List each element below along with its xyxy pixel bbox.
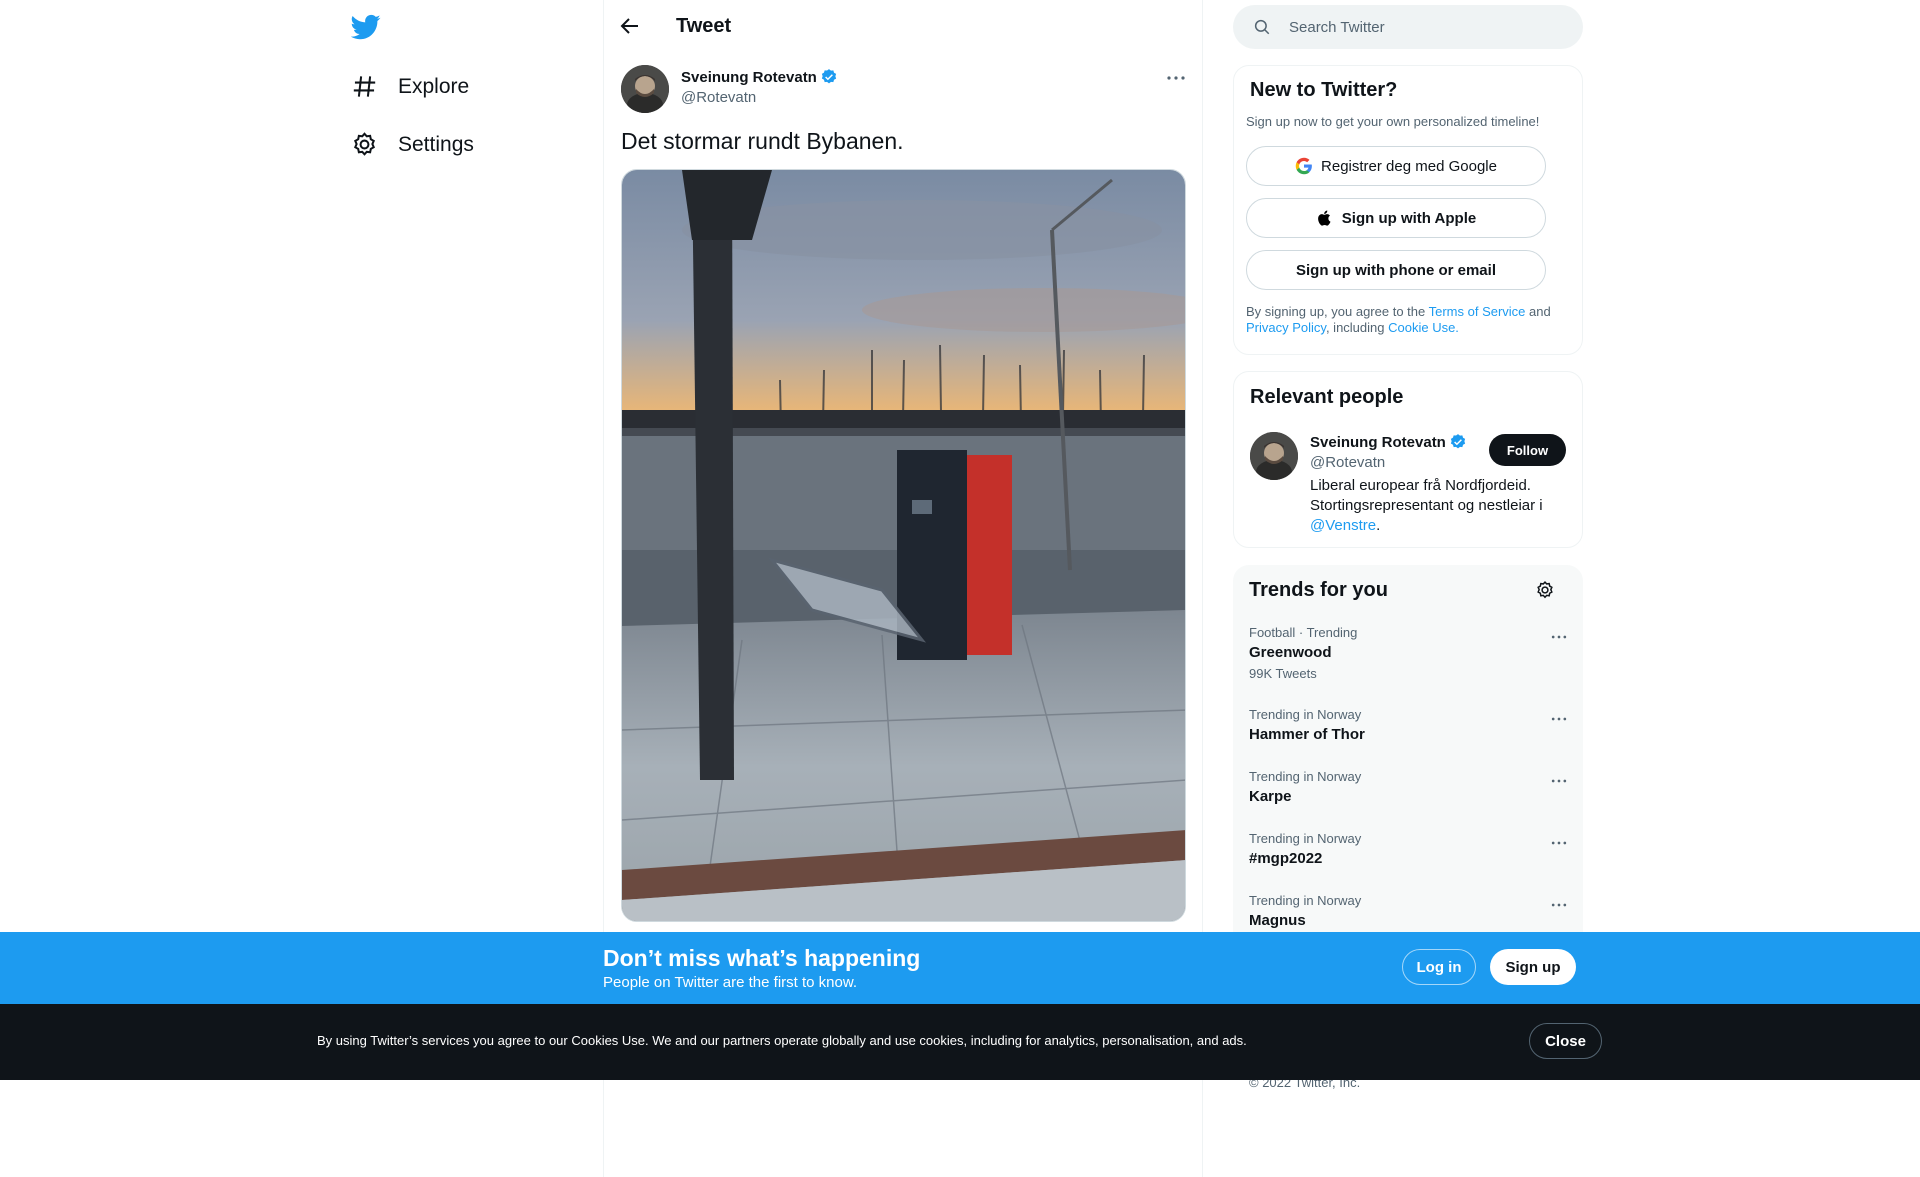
relevant-avatar[interactable] xyxy=(1250,432,1298,480)
apple-logo-icon xyxy=(1317,210,1331,226)
back-arrow-icon[interactable] xyxy=(618,14,642,38)
tweet-text: Det stormar rundt Bybanen. xyxy=(621,128,904,154)
trends-card: Trends for you Football · Trending Green… xyxy=(1233,565,1583,965)
banner-title: Don’t miss what’s happening xyxy=(603,945,921,971)
trend-meta: Trending in Norway xyxy=(1249,831,1362,846)
relevant-people-card: Relevant people Sveinung Rotevatn @Rotev… xyxy=(1233,371,1583,548)
privacy-link[interactable]: Privacy Policy xyxy=(1246,320,1326,335)
more-options-icon[interactable] xyxy=(1549,709,1569,729)
author-name[interactable]: Sveinung Rotevatn xyxy=(681,68,838,86)
apple-signup-button[interactable]: Sign up with Apple xyxy=(1246,198,1546,238)
more-options-icon[interactable] xyxy=(1549,895,1569,915)
cookie-bar: By using Twitter’s services you agree to… xyxy=(0,1004,1920,1080)
trend-meta: Football · Trending xyxy=(1249,625,1358,640)
verified-badge-icon xyxy=(1450,434,1465,449)
gear-icon[interactable] xyxy=(1535,580,1555,600)
follow-button[interactable]: Follow xyxy=(1489,434,1566,466)
apple-signup-label: Sign up with Apple xyxy=(1341,209,1477,227)
cookie-text: By using Twitter’s services you agree to… xyxy=(317,1033,1247,1048)
legal-text-3: , including xyxy=(1325,320,1389,335)
trend-item[interactable]: Trending in Norway Hammer of Thor xyxy=(1249,707,1569,743)
more-options-icon[interactable] xyxy=(1549,627,1569,647)
author-handle[interactable]: @Rotevatn xyxy=(681,89,756,106)
nav-explore-label: Explore xyxy=(398,74,470,98)
trend-item[interactable]: Trending in Norway Magnus xyxy=(1249,893,1569,929)
cookie-link[interactable]: Cookie Use. xyxy=(1388,320,1459,335)
signup-button[interactable]: Sign up xyxy=(1490,949,1576,985)
relevant-bio: Liberal europear frå Nordfjordeid. Stort… xyxy=(1310,476,1575,536)
legal-text-1: By signing up, you agree to the xyxy=(1246,304,1429,319)
venstre-link[interactable]: @Venstre xyxy=(1310,517,1376,534)
email-signup-label: Sign up with phone or email xyxy=(1295,261,1496,279)
trend-name: Magnus xyxy=(1249,912,1306,929)
relevant-name[interactable]: Sveinung Rotevatn xyxy=(1310,433,1467,451)
trend-count: 99K Tweets xyxy=(1249,666,1317,681)
gear-icon xyxy=(353,132,376,156)
search-input[interactable] xyxy=(1289,5,1569,49)
hashtag-icon xyxy=(353,76,376,97)
trend-meta: Trending in Norway xyxy=(1249,707,1362,722)
signup-card: New to Twitter? Sign up now to get your … xyxy=(1233,65,1583,355)
signup-banner: Don’t miss what’s happening People on Tw… xyxy=(0,932,1920,1004)
google-signup-label: Registrer deg med Google xyxy=(1321,157,1497,175)
verified-badge-icon xyxy=(821,69,836,84)
nav-settings[interactable]: Settings xyxy=(351,131,474,158)
relevant-title: Relevant people xyxy=(1250,386,1404,408)
trend-name: Greenwood xyxy=(1249,644,1332,661)
banner-subtitle: People on Twitter are the first to know. xyxy=(603,974,858,991)
trend-item[interactable]: Trending in Norway #mgp2022 xyxy=(1249,831,1569,867)
google-logo-icon xyxy=(1295,157,1312,175)
signup-title: New to Twitter? xyxy=(1250,79,1398,101)
email-signup-button[interactable]: Sign up with phone or email xyxy=(1246,250,1546,290)
bio-end: . xyxy=(1376,517,1381,534)
signup-legal-text: By signing up, you agree to the Terms of… xyxy=(1246,304,1566,336)
relevant-handle[interactable]: @Rotevatn xyxy=(1310,454,1385,471)
terms-link[interactable]: Terms of Service xyxy=(1429,304,1526,319)
trend-name: Karpe xyxy=(1249,788,1292,805)
relevant-name-text: Sveinung Rotevatn xyxy=(1310,433,1446,451)
author-name-text: Sveinung Rotevatn xyxy=(681,68,817,86)
google-signup-button[interactable]: Registrer deg med Google xyxy=(1246,146,1546,186)
search-box[interactable] xyxy=(1233,5,1583,49)
more-options-icon[interactable] xyxy=(1164,66,1188,90)
trend-meta: Trending in Norway xyxy=(1249,893,1362,908)
nav-explore[interactable]: Explore xyxy=(351,73,469,100)
login-button[interactable]: Log in xyxy=(1402,949,1476,985)
trend-item[interactable]: Football · Trending Greenwood 99K Tweets xyxy=(1249,625,1569,681)
more-options-icon[interactable] xyxy=(1549,833,1569,853)
legal-text-2: and xyxy=(1525,304,1551,319)
close-button[interactable]: Close xyxy=(1529,1023,1602,1059)
trend-name: Hammer of Thor xyxy=(1249,726,1365,743)
trend-name: #mgp2022 xyxy=(1249,850,1323,867)
signup-subtitle: Sign up now to get your own personalized… xyxy=(1246,114,1540,129)
tweet-photo[interactable] xyxy=(621,169,1186,922)
more-options-icon[interactable] xyxy=(1549,771,1569,791)
page-title: Tweet xyxy=(676,15,732,37)
twitter-bird-icon[interactable] xyxy=(351,12,381,42)
trend-item[interactable]: Trending in Norway Karpe xyxy=(1249,769,1569,805)
search-icon xyxy=(1254,19,1270,35)
author-avatar[interactable] xyxy=(621,65,669,113)
nav-settings-label: Settings xyxy=(398,132,474,156)
bio-text: Liberal europear frå Nordfjordeid. Stort… xyxy=(1310,477,1543,514)
trends-title: Trends for you xyxy=(1249,579,1388,601)
trend-meta: Trending in Norway xyxy=(1249,769,1362,784)
